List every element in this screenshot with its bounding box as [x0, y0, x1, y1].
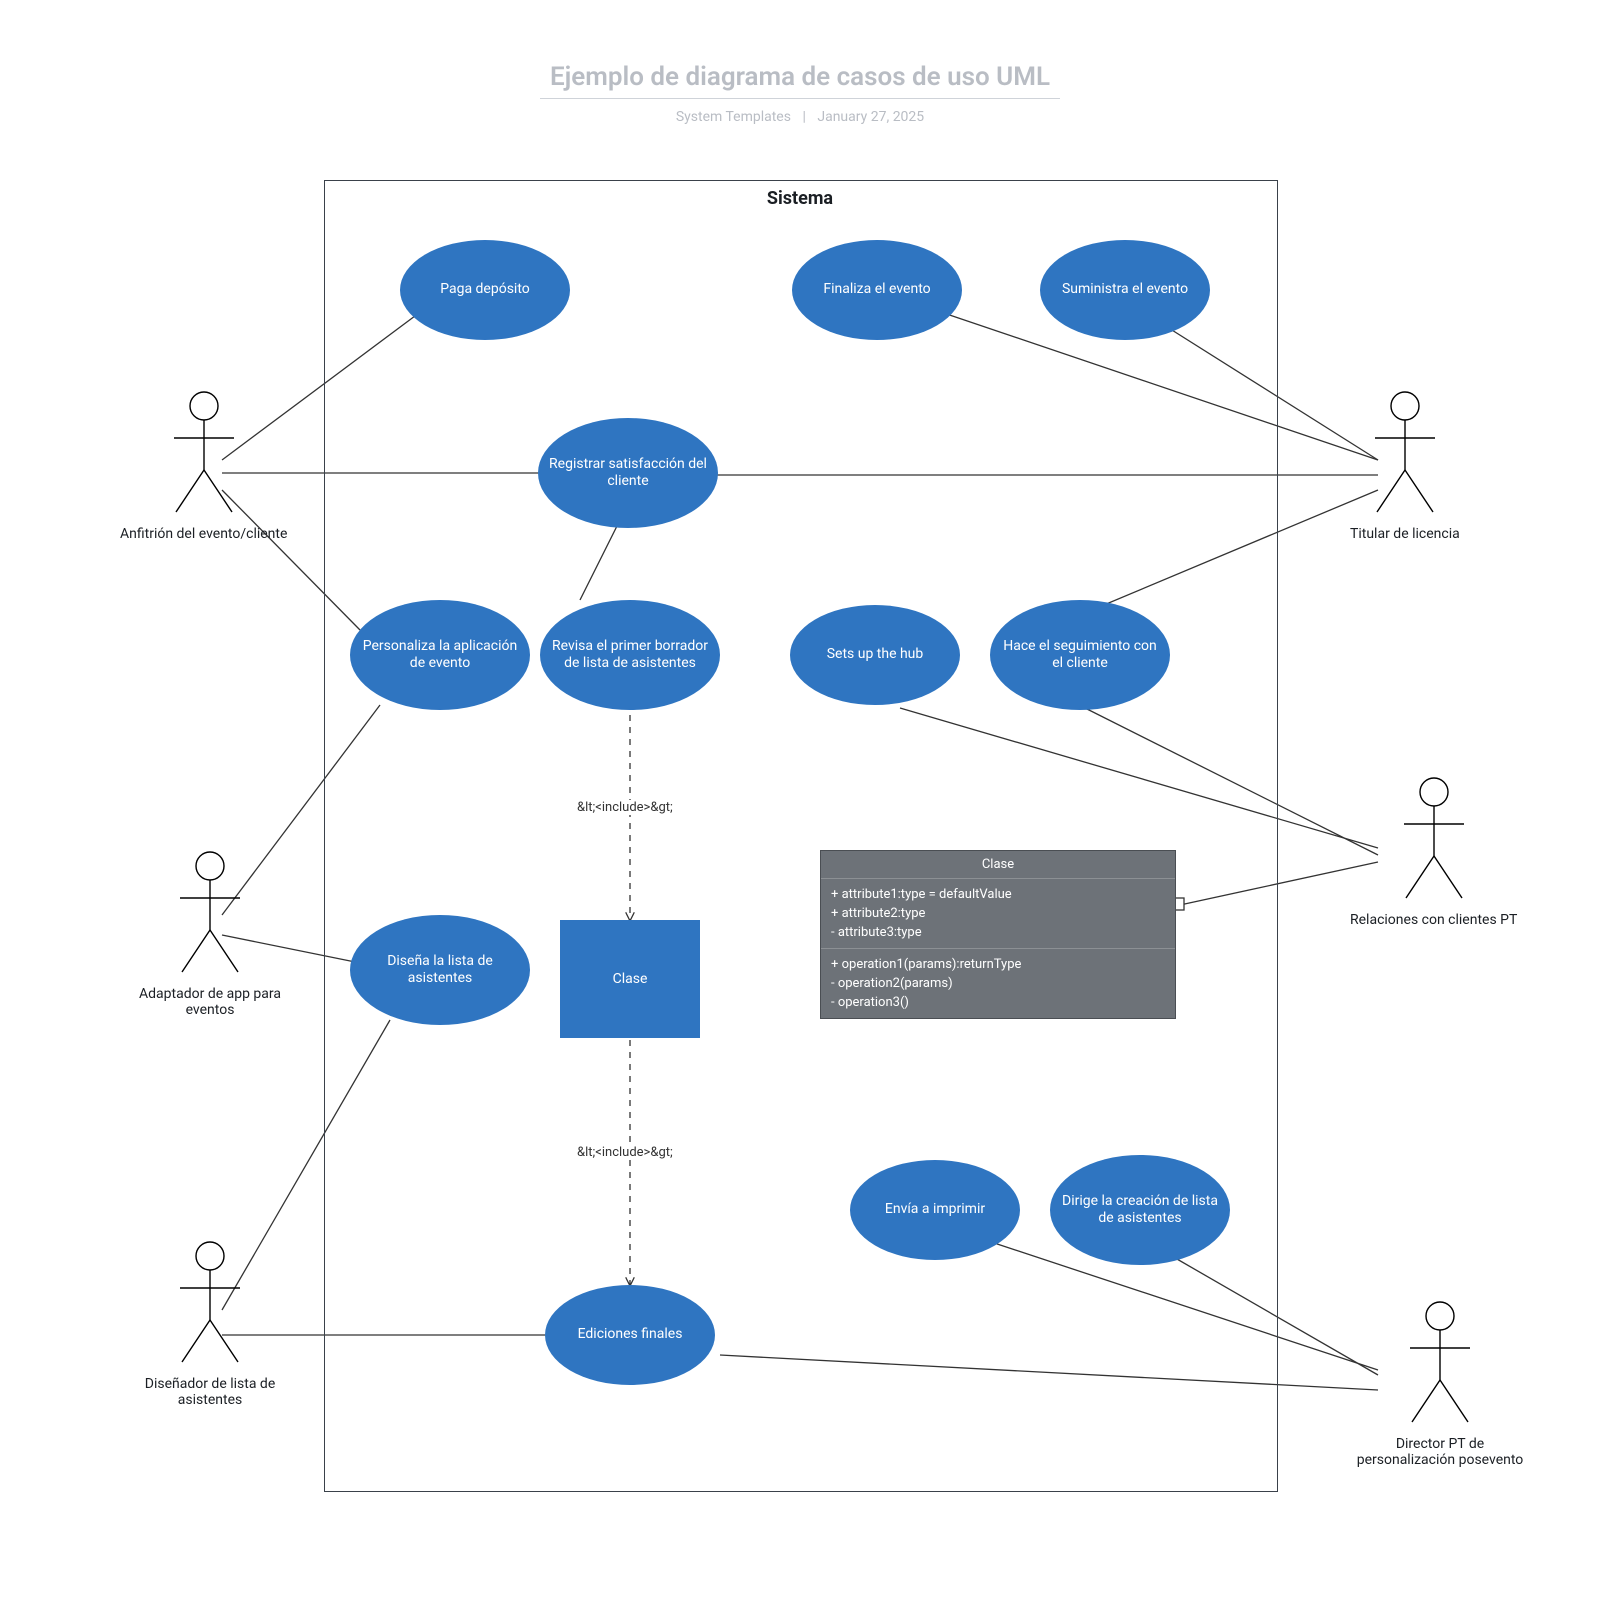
actor-icon [164, 390, 244, 520]
usecase-personaliza-app: Personaliza la aplicación de evento [350, 600, 530, 710]
actor-anfitrion: Anfitrión del evento/cliente [120, 390, 287, 542]
class-box-title: Clase [821, 851, 1175, 879]
usecase-suministra-evento: Suministra el evento [1040, 240, 1210, 340]
system-boundary [324, 180, 1278, 1492]
usecase-ediciones-finales: Ediciones finales [545, 1285, 715, 1385]
diagram-page: Ejemplo de diagrama de casos de uso UML … [0, 0, 1600, 1600]
usecase-envia-imprimir: Envía a imprimir [850, 1160, 1020, 1260]
class-attr: + attribute2:type [831, 904, 1165, 923]
actor-icon [170, 850, 250, 980]
subtitle-separator: | [802, 109, 805, 125]
page-subtitle: System Templates | January 27, 2025 [0, 109, 1600, 125]
subtitle-left: System Templates [676, 109, 791, 125]
class-attr: + attribute1:type = defaultValue [831, 885, 1165, 904]
actor-label: Relaciones con clientes PT [1350, 912, 1517, 928]
subtitle-right: January 27, 2025 [817, 109, 924, 125]
actor-icon [1400, 1300, 1480, 1430]
class-op: - operation2(params) [831, 974, 1165, 993]
actor-icon [1365, 390, 1445, 520]
usecase-dirige-creacion: Dirige la creación de lista de asistente… [1050, 1155, 1230, 1265]
class-op: + operation1(params):returnType [831, 955, 1165, 974]
actor-label: Adaptador de app para eventos [120, 986, 300, 1018]
system-title: Sistema [324, 188, 1276, 209]
actor-relaciones: Relaciones con clientes PT [1350, 776, 1517, 928]
class-op: - operation3() [831, 993, 1165, 1012]
include-label-1: &lt;<include>&gt; [575, 800, 675, 815]
actor-label: Anfitrión del evento/cliente [120, 526, 287, 542]
actor-label: Director PT de personalización posevento [1350, 1436, 1530, 1468]
actor-disenador: Diseñador de lista de asistentes [120, 1240, 300, 1408]
class-box-attributes: + attribute1:type = defaultValue + attri… [821, 879, 1175, 949]
actor-icon [1394, 776, 1474, 906]
actor-director: Director PT de personalización posevento [1350, 1300, 1530, 1468]
include-label-2: &lt;<include>&gt; [575, 1145, 675, 1160]
class-box-operations: + operation1(params):returnType - operat… [821, 949, 1175, 1018]
page-title: Ejemplo de diagrama de casos de uso UML [540, 62, 1060, 99]
usecase-revisa-borrador: Revisa el primer borrador de lista de as… [540, 600, 720, 710]
diagram-canvas: Sistema Paga depósito Finaliza el evento… [0, 160, 1600, 1600]
actor-label: Titular de licencia [1350, 526, 1460, 542]
actor-titular: Titular de licencia [1350, 390, 1460, 542]
actor-adaptador: Adaptador de app para eventos [120, 850, 300, 1018]
class-attr: - attribute3:type [831, 923, 1165, 942]
header: Ejemplo de diagrama de casos de uso UML … [0, 62, 1600, 125]
actor-label: Diseñador de lista de asistentes [120, 1376, 300, 1408]
actor-icon [170, 1240, 250, 1370]
usecase-disena-lista: Diseña la lista de asistentes [350, 915, 530, 1025]
usecase-finaliza-evento: Finaliza el evento [792, 240, 962, 340]
class-detail-box: Clase + attribute1:type = defaultValue +… [820, 850, 1176, 1019]
usecase-sets-up-hub: Sets up the hub [790, 605, 960, 705]
usecase-seguimiento-cliente: Hace el seguimiento con el cliente [990, 600, 1170, 710]
usecase-paga-deposito: Paga depósito [400, 240, 570, 340]
class-node: Clase [560, 920, 700, 1038]
usecase-registrar-satisfaccion: Registrar satisfacción del cliente [538, 418, 718, 528]
